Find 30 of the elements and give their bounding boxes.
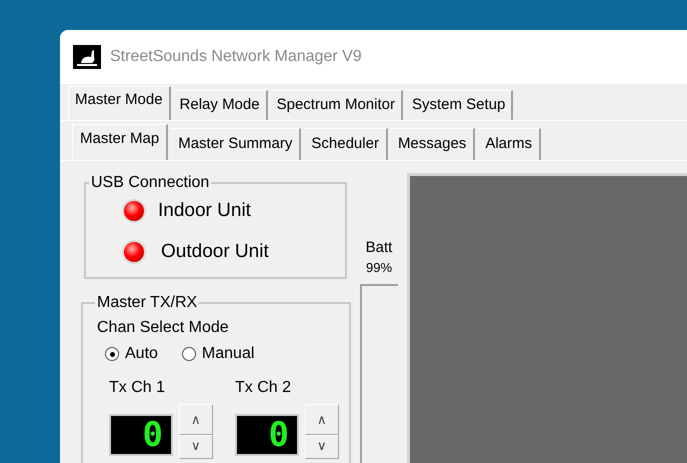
unit-label: Outdoor Unit bbox=[161, 240, 269, 264]
tab[interactable]: Master Mode bbox=[68, 86, 171, 120]
digit-display: 0 bbox=[235, 414, 299, 456]
tab[interactable]: Messages bbox=[390, 128, 476, 160]
up-button[interactable]: ∧ bbox=[179, 404, 213, 435]
digit-display: 0 bbox=[109, 414, 173, 456]
up-button[interactable]: ∧ bbox=[305, 404, 339, 435]
battery-label: Batt bbox=[366, 239, 392, 256]
tab[interactable]: Spectrum Monitor bbox=[270, 90, 403, 120]
window-title: StreetSounds Network Manager V9 bbox=[110, 47, 362, 67]
down-button[interactable]: ∨ bbox=[179, 435, 213, 459]
radio-icon[interactable] bbox=[182, 347, 196, 361]
down-button[interactable]: ∨ bbox=[305, 435, 339, 459]
tab[interactable]: Master Summary bbox=[171, 128, 302, 160]
channel-label: Tx Ch 2 bbox=[235, 378, 292, 398]
tab[interactable]: Master Map bbox=[72, 124, 168, 160]
tab[interactable]: System Setup bbox=[406, 90, 514, 120]
unit-label: Indoor Unit bbox=[158, 199, 251, 223]
app-logo-icon bbox=[73, 45, 101, 69]
tab[interactable]: Relay Mode bbox=[174, 90, 268, 120]
channel-label: Tx Ch 1 bbox=[109, 378, 166, 398]
mode-label: Chan Select Mode bbox=[97, 319, 230, 337]
battery-reading: 99% bbox=[366, 259, 392, 276]
radio-option[interactable]: Auto bbox=[105, 342, 158, 366]
radio-option[interactable]: Manual bbox=[182, 342, 254, 366]
radio-icon[interactable] bbox=[105, 347, 119, 361]
tab[interactable]: Alarms bbox=[478, 128, 541, 160]
tab[interactable]: Scheduler bbox=[304, 128, 388, 160]
group-title: Master TX/RX bbox=[96, 293, 198, 313]
group-title: USB Connection bbox=[90, 173, 210, 193]
